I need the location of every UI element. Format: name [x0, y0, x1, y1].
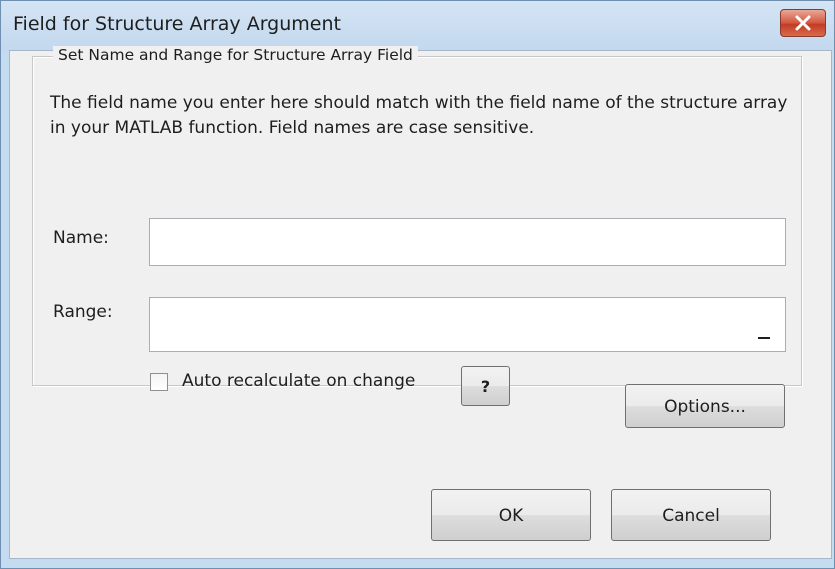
cancel-button[interactable]: Cancel — [611, 489, 771, 541]
ok-button[interactable]: OK — [431, 489, 591, 541]
description-text: The field name you enter here should mat… — [50, 93, 788, 138]
auto-recalculate-checkbox[interactable] — [150, 373, 168, 391]
range-input[interactable] — [149, 297, 786, 352]
group-legend: Set Name and Range for Structure Array F… — [53, 46, 418, 64]
auto-recalculate-label[interactable]: Auto recalculate on change — [182, 371, 415, 391]
close-button[interactable] — [780, 9, 826, 37]
title-bar[interactable]: Field for Structure Array Argument — [1, 1, 834, 51]
range-select-icon — [758, 337, 770, 339]
options-button[interactable]: Options... — [625, 384, 785, 428]
help-button[interactable]: ? — [461, 366, 510, 406]
range-label: Range: — [53, 302, 113, 322]
name-input[interactable] — [149, 218, 786, 266]
range-select-button[interactable] — [748, 301, 784, 351]
close-icon — [795, 15, 811, 31]
window-title: Field for Structure Array Argument — [13, 13, 341, 35]
name-label: Name: — [53, 228, 109, 248]
